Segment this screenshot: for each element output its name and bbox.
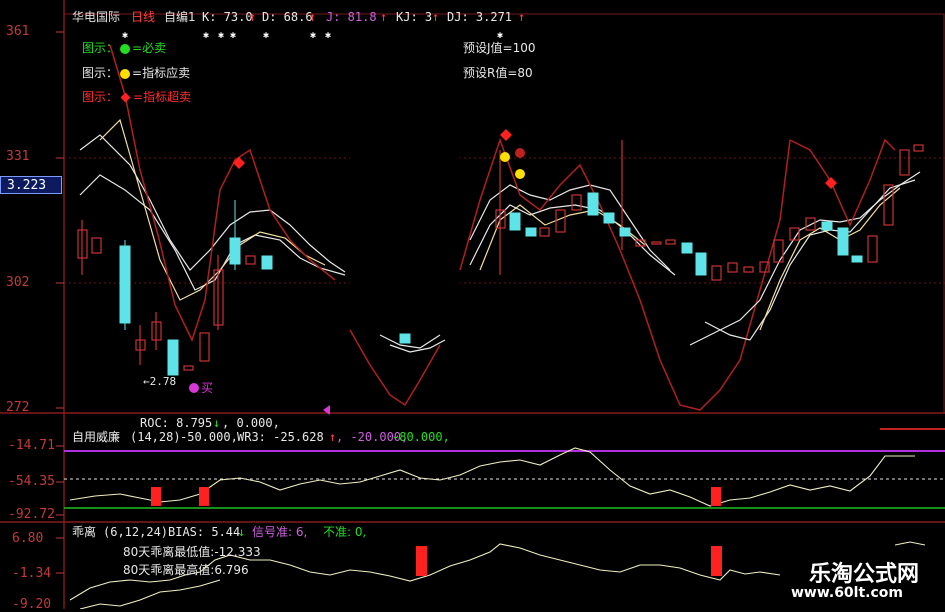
panel2-axis-mid: -54.35 <box>8 474 55 489</box>
price-axis-low: 302 <box>6 275 30 290</box>
indicator-name[interactable]: 自编1 <box>164 10 196 24</box>
preset-r: 预设R值=80 <box>463 66 533 80</box>
panel2-v1: -50.000, <box>180 430 238 444</box>
legend-diamond-red-icon <box>120 92 131 103</box>
legend-item-oversell: 图示： =指标超卖 <box>82 90 191 104</box>
bias-value: BIAS: 5.44 <box>168 525 241 539</box>
svg-text:✱: ✱ <box>230 30 236 41</box>
legend-item-sell: 图示： =必卖 <box>82 41 166 55</box>
kj-arrow: ↑ <box>432 10 440 24</box>
roc-value: ROC: 8.795 <box>140 416 213 430</box>
buy-label: 买 <box>201 381 214 395</box>
legend-text: =必卖 <box>132 41 167 55</box>
panel2-axis-bottom: -92.72 <box>8 507 55 522</box>
svg-text:✱: ✱ <box>122 30 128 41</box>
svg-text:✱: ✱ <box>218 30 224 41</box>
svg-text:✱: ✱ <box>310 30 316 41</box>
legend-prefix: 图示： <box>82 66 119 80</box>
price-axis-top: 361 <box>6 24 30 39</box>
panel3-axis-mid: -1.34 <box>12 566 52 581</box>
legend-prefix: 图示： <box>82 90 119 104</box>
legend-text: =指标应卖 <box>132 66 191 80</box>
panel2-axis-top: -14.71 <box>8 438 55 453</box>
svg-text:✱: ✱ <box>263 30 269 41</box>
signal-inaccurate: 不准: 0, <box>323 525 367 539</box>
d-value: D: 68.6 <box>262 10 313 24</box>
low-price-marker: ←2.78 <box>143 375 177 388</box>
kj-value: KJ: 3 <box>396 10 433 24</box>
period-label[interactable]: 日线 <box>131 10 155 24</box>
wr3-value: WR3: -25.628 <box>237 430 324 444</box>
price-axis-bottom: 272 <box>6 400 30 415</box>
preset-j: 预设J值=100 <box>463 41 536 55</box>
j-arrow: ↑ <box>380 10 388 24</box>
legend-item-should-sell: 图示： =指标应卖 <box>82 66 190 80</box>
panel2-v3: -80.000, <box>392 430 450 444</box>
price-axis-mid: 331 <box>6 149 30 164</box>
dj-arrow: ↑ <box>518 10 526 24</box>
d-arrow: ↑ <box>309 10 317 24</box>
stock-name[interactable]: 华电国际 <box>72 10 120 24</box>
legend-dot-yellow-icon <box>120 68 131 79</box>
legend-prefix: 图示： <box>82 41 119 55</box>
signal-accurate: 信号准: 6, <box>252 525 308 539</box>
svg-text:✱: ✱ <box>203 30 209 41</box>
watermark-title: 乐淘公式网 <box>808 562 919 587</box>
watermark-url: www.60lt.com <box>790 585 903 601</box>
panel3-axis-bottom: -9.20 <box>12 597 52 612</box>
roc-extra: , 0.000, <box>222 416 280 430</box>
bias-low-note: 80天乖离最低值:-12.333 <box>123 545 261 559</box>
dj-value: DJ: 3.271 <box>447 10 513 24</box>
legend-dot-green-icon <box>120 43 131 54</box>
panel3-axis-top: 6.80 <box>12 531 44 546</box>
bias-arrow: ↓ <box>238 525 246 539</box>
panel3-name[interactable]: 乖离 <box>72 525 96 539</box>
legend-text: =指标超卖 <box>133 90 192 104</box>
current-price-box: 3.223 <box>0 176 62 194</box>
panel3-params: (6,12,24) <box>103 525 169 539</box>
roc-arrow: ↓ <box>213 416 221 430</box>
panel2-params: (14,28) <box>130 430 181 444</box>
bias-high-note: 80天乖离最高值:6.796 <box>123 563 249 577</box>
k-arrow: ↑ <box>249 10 257 24</box>
svg-text:✱: ✱ <box>497 30 503 41</box>
panel2-name[interactable]: 自用威廉 <box>72 430 120 444</box>
svg-text:✱: ✱ <box>325 30 331 41</box>
k-value: K: 73.0 <box>202 10 253 24</box>
j-value: J: 81.8 <box>326 10 377 24</box>
